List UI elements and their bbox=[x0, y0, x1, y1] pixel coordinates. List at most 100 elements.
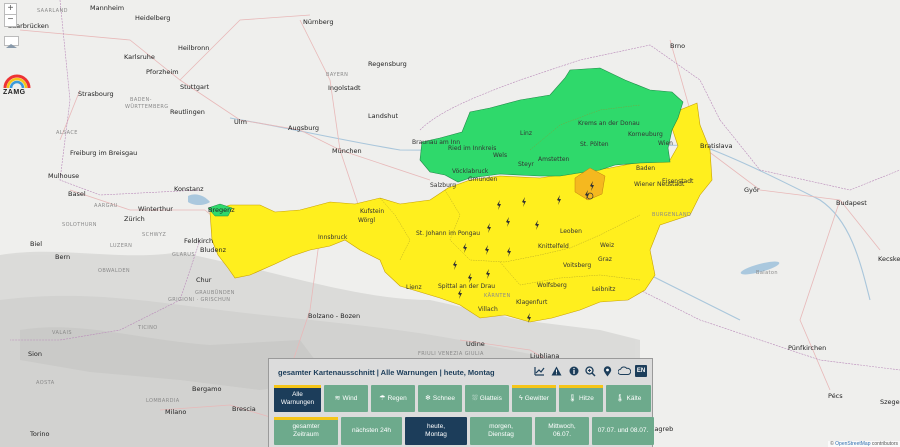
place-label: Gmunden bbox=[468, 176, 498, 183]
place-label: Milano bbox=[165, 408, 187, 416]
place-label: Wolfsberg bbox=[537, 282, 567, 289]
place-label: Steyr bbox=[518, 161, 534, 168]
place-label: Graz bbox=[598, 256, 612, 263]
language-button[interactable]: EN bbox=[635, 365, 647, 377]
warning-type-gewitter-button[interactable]: ϟ Gewitter bbox=[512, 385, 556, 412]
place-label: Bern bbox=[55, 253, 71, 261]
place-label: Leoben bbox=[560, 228, 582, 235]
place-label: Linz bbox=[520, 130, 532, 137]
warning-type-glatteis-button[interactable]: ⛆ Glatteis bbox=[465, 385, 509, 412]
info-icon[interactable] bbox=[567, 365, 580, 377]
place-label: Knittelfeld bbox=[538, 243, 569, 250]
layers-icon bbox=[6, 44, 17, 48]
osm-link[interactable]: OpenStreetMap bbox=[835, 441, 870, 447]
warning-type-label: Hitze bbox=[579, 394, 594, 402]
place-label: Torino bbox=[30, 430, 50, 438]
place-label: AARGAU bbox=[94, 203, 118, 209]
place-label: Karlsruhe bbox=[124, 53, 155, 61]
day-option-button[interactable]: 07.07. und 08.07. bbox=[592, 417, 654, 445]
day-option-button[interactable]: Mittwoch, 06.07. bbox=[535, 417, 589, 445]
warning-type-label: Gewitter bbox=[524, 394, 549, 402]
day-selector-buttons: gesamter Zeitraum nächsten 24h heute, Mont… bbox=[274, 417, 654, 445]
place-label: Szeged bbox=[880, 398, 900, 406]
warning-type-label: Glatteis bbox=[479, 394, 502, 402]
place-label: Kecskemét bbox=[878, 255, 900, 263]
panel-toolbar: EN bbox=[533, 365, 647, 377]
place-label: Winterthur bbox=[138, 205, 173, 213]
place-label: SOLOTHURN bbox=[62, 222, 97, 228]
place-label: Budapest bbox=[836, 199, 867, 207]
place-label: Pforzheim bbox=[146, 68, 179, 76]
place-label: Heilbronn bbox=[178, 44, 210, 52]
warning-type-buttons: Alle Warnungen ≋ Wind ☂ Regen ❄ Schnee ⛆ Glattei… bbox=[274, 385, 651, 412]
place-label: Strasbourg bbox=[78, 90, 114, 98]
place-label: Weiz bbox=[600, 242, 615, 249]
place-label: Korneuburg bbox=[628, 131, 663, 138]
warning-level-indicator bbox=[274, 385, 321, 388]
warning-type-hitze-button[interactable]: 🌡 Hitze bbox=[559, 385, 603, 412]
place-label: Wien bbox=[658, 140, 673, 147]
place-label: Leibnitz bbox=[592, 286, 616, 293]
warning-type-label: Kälte bbox=[626, 394, 642, 402]
attribution-suffix: contributors bbox=[870, 441, 898, 447]
warning-type-label: Schnee bbox=[432, 394, 455, 402]
place-label: Bergamo bbox=[192, 385, 222, 393]
place-label: GLARUS bbox=[172, 252, 195, 258]
place-label: Bolzano - Bozen bbox=[308, 312, 361, 320]
layer-toggle-button[interactable] bbox=[4, 36, 19, 48]
place-label: Pünfkirchen bbox=[788, 344, 827, 352]
warning-type-kälte-button[interactable]: 🌡 Kälte bbox=[606, 385, 651, 412]
day-option-button[interactable]: nächsten 24h bbox=[341, 417, 402, 445]
warning-type-wind-button[interactable]: ≋ Wind bbox=[324, 385, 368, 412]
place-label: Basel bbox=[68, 190, 86, 198]
place-label: Nürnberg bbox=[303, 18, 334, 26]
place-label: Ried im Innkreis bbox=[448, 145, 497, 152]
place-label: Brno bbox=[670, 42, 686, 50]
chart-icon[interactable] bbox=[533, 365, 546, 377]
warning-type-alle-warnungen-button[interactable]: Alle Warnungen bbox=[274, 385, 321, 412]
zoom-search-icon[interactable] bbox=[584, 365, 597, 377]
warning-type-icon: 🌡 bbox=[615, 395, 625, 402]
warning-type-icon: 🌡 bbox=[568, 395, 578, 402]
day-option-button[interactable]: morgen, Dienstag bbox=[470, 417, 532, 445]
place-label: Amstetten bbox=[538, 156, 570, 163]
place-label: Stuttgart bbox=[180, 83, 210, 91]
place-label: Bregenz bbox=[208, 206, 235, 214]
place-label: Vöcklabruck bbox=[452, 168, 489, 175]
day-option-button[interactable]: gesamter Zeitraum bbox=[274, 417, 338, 445]
place-label: LOMBARDIA bbox=[146, 398, 180, 404]
warning-type-label: Regen bbox=[387, 394, 407, 402]
day-option-label: heute, Montag bbox=[425, 423, 447, 438]
place-label: Heidelberg bbox=[135, 14, 171, 22]
place-label: Balaton bbox=[756, 270, 778, 276]
warning-type-regen-button[interactable]: ☂ Regen bbox=[371, 385, 415, 412]
place-label: Zürich bbox=[124, 215, 145, 223]
place-label: Biel bbox=[30, 240, 43, 248]
day-option-label: morgen, Dienstag bbox=[488, 423, 514, 438]
place-label: SCHWYZ bbox=[142, 232, 167, 238]
day-option-button[interactable]: heute, Montag bbox=[405, 417, 467, 445]
place-label: München bbox=[332, 147, 362, 155]
warning-type-icon: ❄ bbox=[425, 395, 431, 402]
warning-type-icon: ≋ bbox=[334, 395, 341, 402]
place-label: Voitsberg bbox=[563, 262, 592, 269]
warning-type-schnee-button[interactable]: ❄ Schnee bbox=[418, 385, 462, 412]
day-option-label: 07.07. und 08.07. bbox=[597, 427, 649, 434]
place-label: Udine bbox=[466, 340, 485, 348]
place-label: Mulhouse bbox=[48, 172, 80, 180]
zoom-out-button[interactable]: − bbox=[4, 15, 17, 27]
place-label: WÜRTTEMBERG bbox=[125, 104, 169, 110]
place-label: TICINO bbox=[138, 325, 158, 331]
place-label: Augsburg bbox=[288, 124, 320, 132]
place-label: Wörgl bbox=[358, 217, 376, 224]
place-label: Regensburg bbox=[368, 60, 407, 68]
cloud-layer-icon[interactable] bbox=[618, 365, 631, 377]
warning-type-label: Wind bbox=[342, 394, 358, 402]
place-label: Salzburg bbox=[430, 182, 457, 189]
place-label: Lienz bbox=[406, 284, 422, 291]
place-label: ALSACE bbox=[56, 130, 78, 136]
place-label: Villach bbox=[478, 306, 498, 313]
warning-icon[interactable] bbox=[550, 365, 563, 377]
location-pin-icon[interactable] bbox=[601, 365, 614, 377]
place-label: Baden bbox=[636, 165, 656, 172]
